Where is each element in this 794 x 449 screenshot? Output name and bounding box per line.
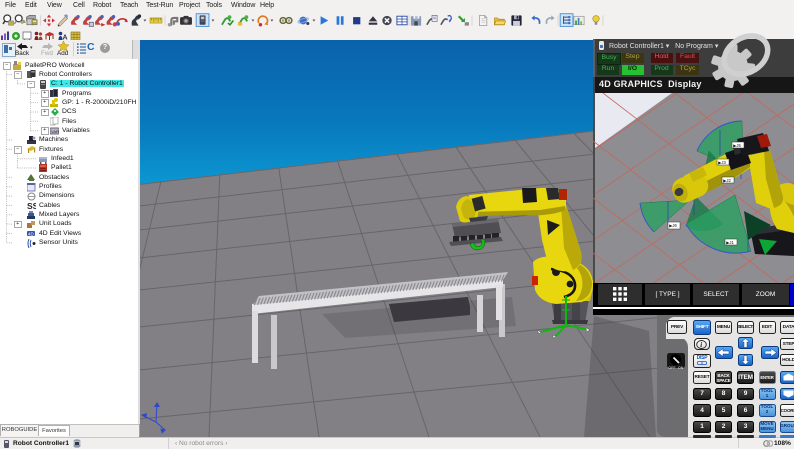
svg-text:▶J5: ▶J5 <box>733 143 741 148</box>
svg-text:i: i <box>700 341 702 349</box>
svg-text:4D: 4D <box>28 232 35 237</box>
svg-text:▶J3: ▶J3 <box>718 160 726 165</box>
svg-text:▶J2: ▶J2 <box>723 178 731 183</box>
svg-text:▶J6: ▶J6 <box>669 223 677 228</box>
svg-text:SS: SS <box>27 201 36 210</box>
svg-text:▶J1: ▶J1 <box>726 240 734 245</box>
svg-text:VAR: VAR <box>51 129 59 134</box>
